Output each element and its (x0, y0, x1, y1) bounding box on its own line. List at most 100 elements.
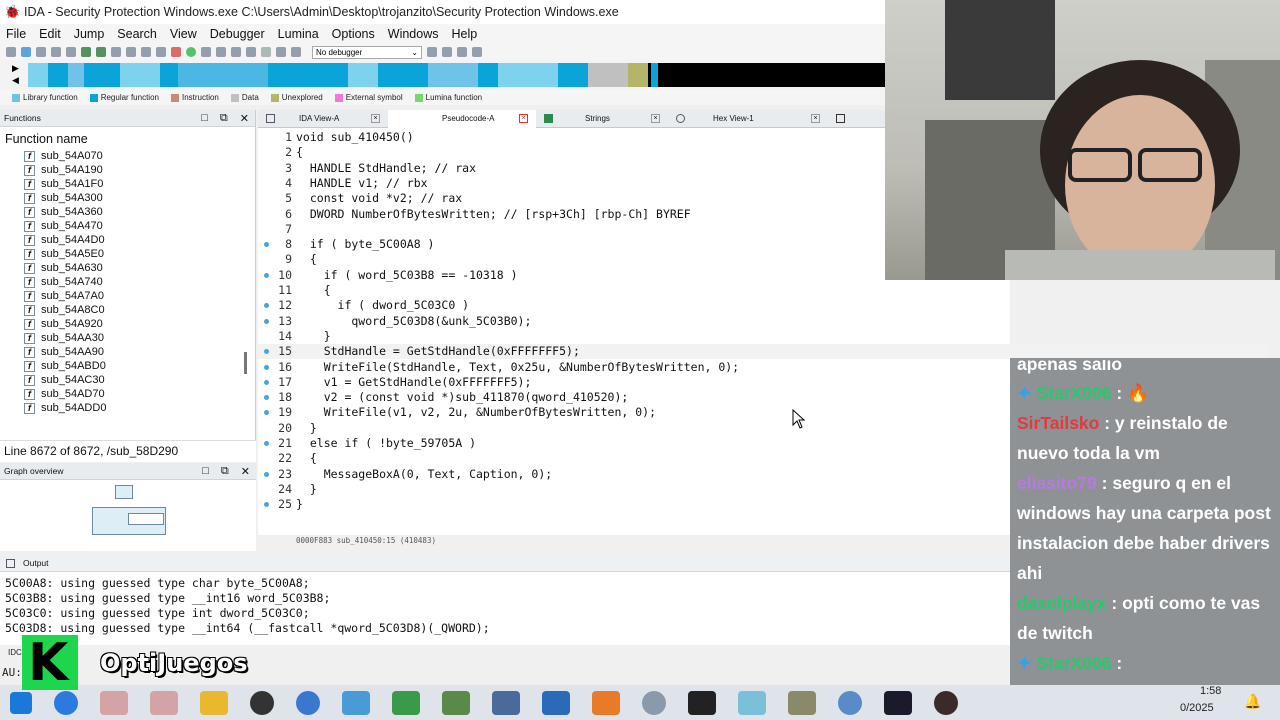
virtualbox-icon[interactable] (492, 690, 520, 715)
breakpoint-dot-icon[interactable] (258, 145, 274, 160)
code-line[interactable]: 12 if ( dword_5C03C0 ) (258, 298, 1268, 313)
app-icon[interactable] (100, 690, 128, 715)
menu-windows[interactable]: Windows (388, 27, 439, 41)
breakpoint-dot-icon[interactable] (258, 252, 274, 267)
7zip-icon[interactable] (688, 690, 716, 715)
breakpoint-dot-icon[interactable] (258, 314, 274, 329)
eraser-icon[interactable] (738, 690, 766, 715)
avatar-icon[interactable] (934, 690, 958, 715)
back-icon[interactable] (36, 47, 46, 57)
stop-icon[interactable] (291, 47, 301, 57)
forward-icon[interactable] (51, 47, 61, 57)
save-icon[interactable] (21, 47, 31, 57)
graph-node[interactable] (128, 513, 164, 525)
menu-lumina[interactable]: Lumina (278, 27, 319, 41)
breakpoint-dot-icon[interactable] (258, 268, 274, 283)
function-list-item[interactable]: f sub_54A070 (24, 149, 255, 163)
breakpoint-dot-icon[interactable] (258, 222, 274, 237)
function-list-item[interactable]: f sub_54A5E0 (24, 247, 255, 261)
string-icon[interactable] (156, 47, 166, 57)
function-list-item[interactable]: f sub_54A920 (24, 317, 255, 331)
function-list-item[interactable]: f sub_54A470 (24, 219, 255, 233)
navigation-strip[interactable] (28, 63, 885, 87)
breakpoint-dot-icon[interactable] (258, 482, 274, 497)
column-header-function-name[interactable]: Function name (0, 127, 255, 149)
breakpoint-dot-icon[interactable] (258, 191, 274, 206)
data-icon[interactable] (141, 47, 151, 57)
function-list-item[interactable]: f sub_54A8C0 (24, 303, 255, 317)
menu-jump[interactable]: Jump (74, 27, 105, 41)
tab-close-icon[interactable]: × (519, 114, 528, 123)
struct-icon[interactable] (201, 47, 211, 57)
tab-extra[interactable] (828, 110, 853, 128)
graph-node[interactable] (115, 485, 133, 499)
close-icon[interactable]: ✕ (240, 112, 249, 125)
debugger-select[interactable]: No debugger ⌄ (312, 45, 422, 59)
menu-file[interactable]: File (6, 27, 26, 41)
active-app-icon[interactable] (592, 690, 620, 715)
menu-debugger[interactable]: Debugger (210, 27, 265, 41)
breakpoint-dot-icon[interactable] (258, 375, 274, 390)
tree-icon[interactable] (472, 47, 482, 57)
breakpoint-dot-icon[interactable] (258, 130, 274, 145)
tab-close-icon[interactable]: × (651, 114, 660, 123)
undefine-icon[interactable] (171, 47, 181, 57)
trace-icon[interactable] (442, 47, 452, 57)
breakpoint-dot-icon[interactable] (258, 298, 274, 313)
tab-close-icon[interactable]: × (371, 114, 380, 123)
browser-icon[interactable] (296, 690, 320, 715)
clock-app-icon[interactable] (838, 690, 862, 715)
function-list-item[interactable]: f sub_54A300 (24, 191, 255, 205)
jump-icon[interactable] (66, 47, 76, 57)
breakpoint-dot-icon[interactable] (258, 283, 274, 298)
open-file-icon[interactable] (6, 47, 16, 57)
code-line[interactable]: 14 } (258, 329, 1268, 344)
chrome-icon[interactable] (54, 690, 78, 715)
breakpoint-dot-icon[interactable] (258, 405, 274, 420)
maximize-icon[interactable]: □ (201, 112, 208, 125)
menu-search[interactable]: Search (117, 27, 157, 41)
code-line[interactable]: 13 qword_5C03D8(&unk_5C03B0); (258, 314, 1268, 329)
nav-right-arrow-icon[interactable]: ◀ (12, 75, 19, 86)
menu-edit[interactable]: Edit (39, 27, 61, 41)
function-list-item[interactable]: f sub_54A190 (24, 163, 255, 177)
notepad-icon[interactable] (392, 690, 420, 715)
menu-help[interactable]: Help (451, 27, 477, 41)
obs-icon[interactable] (250, 690, 274, 715)
function-icon[interactable] (186, 47, 196, 57)
tab-close-icon[interactable]: × (811, 114, 820, 123)
ida-icon[interactable] (542, 690, 570, 715)
breakpoint-dot-icon[interactable] (258, 360, 274, 375)
steam-icon[interactable] (642, 690, 666, 715)
search-binary-icon[interactable] (111, 47, 121, 57)
breakpoint-dot-icon[interactable] (258, 237, 274, 252)
function-list-item[interactable]: f sub_54A360 (24, 205, 255, 219)
maximize-icon[interactable]: □ (202, 465, 209, 478)
nav-left-arrow-icon[interactable]: ▶ (12, 63, 19, 74)
play-icon[interactable] (261, 47, 271, 57)
tab-strings[interactable]: Strings × (536, 110, 668, 128)
breakpoint-dot-icon[interactable] (258, 207, 274, 222)
breakpoint-dot-icon[interactable] (258, 176, 274, 191)
photos-icon[interactable] (342, 690, 370, 715)
file-explorer-icon[interactable] (200, 690, 228, 715)
pause-icon[interactable] (276, 47, 286, 57)
code-icon[interactable] (126, 47, 136, 57)
menu-view[interactable]: View (170, 27, 197, 41)
function-list-item[interactable]: f sub_54ADD0 (24, 401, 255, 415)
function-list-item[interactable]: f sub_54AD70 (24, 387, 255, 401)
breakpoint-dot-icon[interactable] (258, 421, 274, 436)
app-icon[interactable] (150, 690, 178, 715)
breakpoint-dot-icon[interactable] (258, 390, 274, 405)
breakpoint-icon[interactable] (427, 47, 437, 57)
code-line[interactable]: 11 { (258, 283, 1268, 298)
function-list-item[interactable]: f sub_54A7A0 (24, 289, 255, 303)
function-list-item[interactable]: f sub_54A740 (24, 275, 255, 289)
breakpoint-dot-icon[interactable] (258, 329, 274, 344)
tab-hex-view-1[interactable]: Hex View-1 × (668, 110, 828, 128)
notification-icon[interactable]: 🔔 (1244, 693, 1261, 710)
breakpoint-dot-icon[interactable] (258, 451, 274, 466)
search-text-icon[interactable] (96, 47, 106, 57)
close-icon[interactable]: ✕ (241, 465, 250, 478)
terminal-icon[interactable] (884, 690, 912, 715)
